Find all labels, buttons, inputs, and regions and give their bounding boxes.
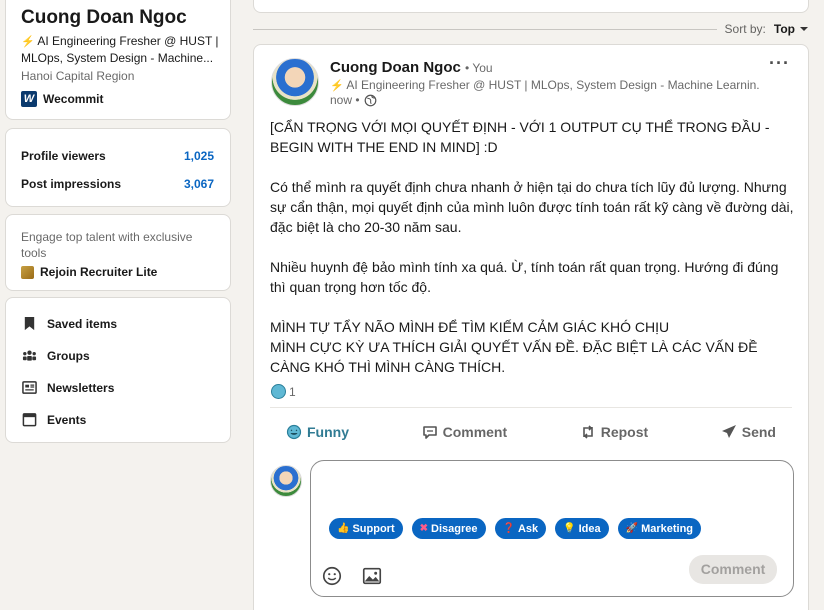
thumbs-up-icon: 👍 [337,523,350,534]
nav-saved-items[interactable]: Saved items [22,316,117,331]
nav-card: Saved items Groups Newsletters Events [5,297,231,443]
promo-text: Engage top talent with exclusive tools [21,230,193,260]
profile-headline-text: AI Engineering Fresher @ HUST | MLOps, S… [21,34,219,65]
lightning-icon: ⚡ [21,36,35,48]
post-time-text: now • [330,93,360,107]
company-name: Wecommit [43,92,104,106]
sort-label: Sort by: [724,22,766,36]
chip-label: Ask [517,522,539,535]
reaction-count: 1 [289,384,296,399]
chip-label: Idea [578,522,601,535]
calendar-icon [22,413,37,427]
stats-card: Profile viewers 1,025 Post impressions 3… [5,128,231,207]
post-headline-text: AI Engineering Fresher @ HUST | MLOps, S… [346,78,760,92]
funny-reaction-icon [271,384,286,399]
repost-label: Repost [600,424,649,440]
funny-icon [286,424,302,440]
stat-label: Post impressions [21,177,122,191]
premium-icon [21,265,34,279]
profile-card: Cuong Doan Ngoc ⚡ AI Engineering Fresher… [5,0,231,120]
wecommit-logo-icon: W [21,91,37,107]
post-author[interactable]: Cuong Doan Ngoc • You [330,59,493,76]
post-body: [CẨN TRỌNG VỚI MỌI QUYẾT ĐỊNH - VỚI 1 OU… [270,119,794,375]
emoji-icon[interactable] [321,565,343,587]
funny-button[interactable]: Funny [270,419,365,445]
chip-marketing[interactable]: 🚀 Marketing [617,518,702,539]
chip-label: Support [352,522,395,535]
stat-value: 1,025 [183,149,214,163]
chip-idea[interactable]: 💡 Idea [555,518,609,539]
question-icon: ❓ [502,523,515,534]
divider [270,407,792,408]
comment-action-button[interactable]: Comment [406,419,524,445]
share-box-card [253,0,809,13]
newsletter-icon [22,381,37,394]
profile-name[interactable]: Cuong Doan Ngoc [21,7,187,29]
groups-icon [22,350,37,361]
cross-icon: ✖ [419,523,429,534]
chip-support[interactable]: 👍 Support [329,518,403,539]
stat-post-impressions[interactable]: Post impressions 3,067 [21,177,214,191]
chip-ask[interactable]: ❓ Ask [494,518,547,539]
more-options-icon[interactable]: ··· [769,53,790,74]
post-author-headline: ⚡ AI Engineering Fresher @ HUST | MLOps,… [330,78,760,92]
lightbulb-icon: 💡 [563,523,576,534]
sort-value: Top [773,22,795,36]
image-icon[interactable] [361,565,383,587]
comment-submit-button[interactable]: Comment [689,555,777,584]
caret-down-icon [800,27,808,31]
nav-newsletters[interactable]: Newsletters [22,380,114,395]
profile-location: Hanoi Capital Region [21,69,135,83]
bookmark-icon [24,316,35,331]
stat-profile-viewers[interactable]: Profile viewers 1,025 [21,149,214,163]
nav-label: Newsletters [47,380,115,395]
post-card: Cuong Doan Ngoc • You ⚡ AI Engineering F… [253,44,809,610]
nav-groups[interactable]: Groups [22,348,90,363]
stat-value: 3,067 [183,177,214,191]
funny-label: Funny [307,424,349,440]
author-name: Cuong Doan Ngoc [330,59,461,76]
nav-label: Events [47,412,87,427]
nav-events[interactable]: Events [22,412,86,427]
send-button[interactable]: Send [705,419,792,445]
post-timestamp: now • [330,93,377,107]
repost-button[interactable]: Repost [564,419,664,445]
chip-label: Disagree [431,522,478,535]
comment-tools [321,565,383,587]
comment-input-box[interactable]: 👍 Support ✖ Disagree ❓ Ask 💡 Idea 🚀 Marketing… [310,460,794,597]
nav-label: Groups [47,348,90,363]
post-actions: Funny Comment Repost Send [270,419,792,445]
rocket-icon: 🚀 [625,523,639,534]
nav-label: Saved items [47,316,118,331]
comment-action-label: Comment [442,424,508,440]
chip-label: Marketing [641,522,694,535]
premium-promo-card: Engage top talent with exclusive tools R… [5,214,231,291]
commenter-avatar[interactable] [270,465,302,497]
rejoin-recruiter-link[interactable]: Rejoin Recruiter Lite [21,265,157,279]
lightning-icon: ⚡ [330,80,344,92]
suggested-comment-chips: 👍 Support ✖ Disagree ❓ Ask 💡 Idea 🚀 Marketing [329,518,702,539]
profile-headline: ⚡ AI Engineering Fresher @ HUST | MLOps,… [21,33,221,66]
author-avatar[interactable] [271,58,319,106]
send-icon [721,425,736,438]
sort-dropdown[interactable]: Top [774,22,809,36]
company-link[interactable]: W Wecommit [21,91,103,107]
comment-icon [422,426,437,439]
sort-divider [253,28,717,30]
reactions-summary[interactable]: 1 [271,384,296,399]
stat-label: Profile viewers [21,149,106,163]
send-label: Send [741,424,776,440]
sort-bar: Sort by: Top [253,20,809,38]
repost-icon [582,425,593,439]
promo-link-label: Rejoin Recruiter Lite [40,265,158,279]
chip-disagree[interactable]: ✖ Disagree [411,518,486,539]
globe-icon [364,94,376,106]
you-badge: • You [465,61,493,75]
